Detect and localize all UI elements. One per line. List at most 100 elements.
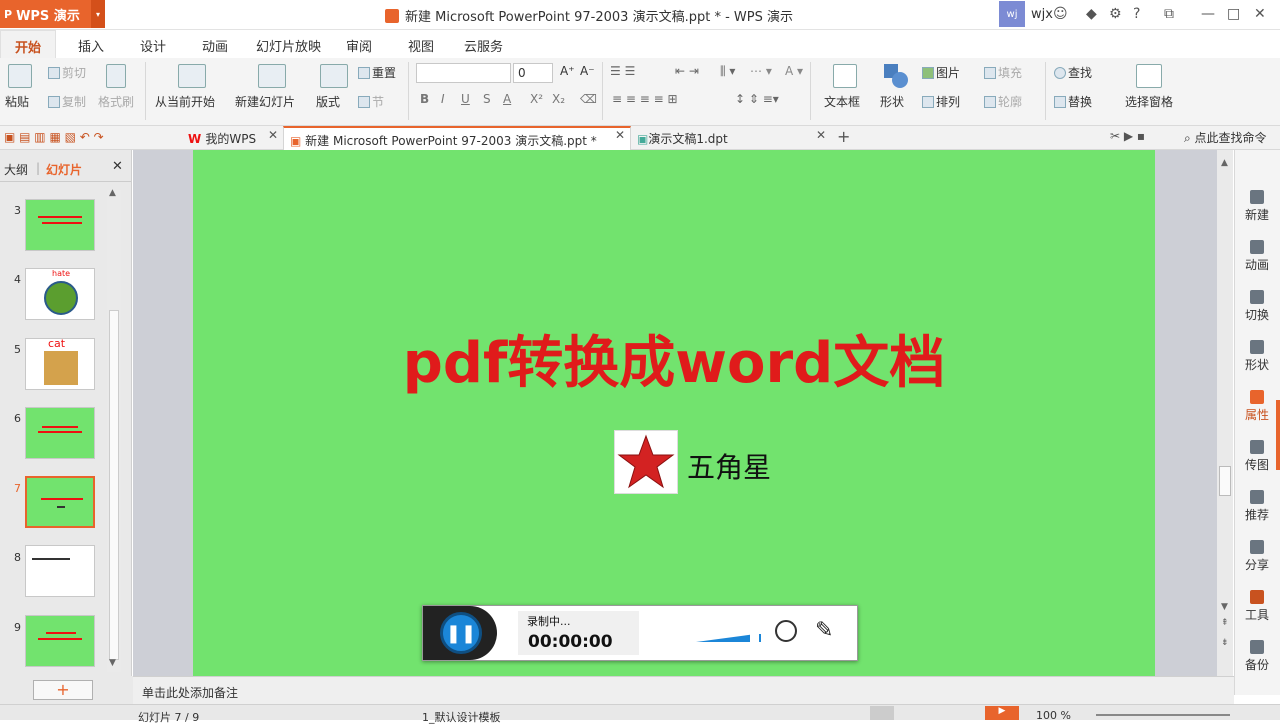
tab-slides[interactable]: 幻灯片 bbox=[46, 161, 82, 178]
align-icons[interactable]: ≡ ≡ ≡ ≡ ⊞ bbox=[612, 92, 678, 106]
help-icon[interactable]: ? bbox=[1133, 6, 1140, 22]
maximize-icon[interactable]: □ bbox=[1227, 6, 1240, 22]
play-slideshow-icon[interactable]: ▶ bbox=[985, 706, 1019, 720]
tab-design[interactable]: 设计 bbox=[140, 36, 166, 55]
app-menu-button[interactable]: P WPS 演示 ▾ bbox=[0, 0, 105, 28]
webcam-icon[interactable] bbox=[775, 620, 797, 642]
tab-tools-icons[interactable]: ✂ ▶ ▪ bbox=[1110, 129, 1145, 143]
find-button[interactable]: 查找 bbox=[1054, 64, 1092, 81]
font-size-select[interactable]: 0 bbox=[513, 63, 553, 83]
shrink-font-button[interactable]: A⁻ bbox=[580, 64, 595, 78]
bold-button[interactable]: B bbox=[420, 92, 429, 106]
restore-ribbon-icon[interactable]: ⧉ bbox=[1164, 6, 1174, 22]
panel-scrollbar[interactable]: ▲ ▼ bbox=[107, 188, 121, 672]
main-scrollbar[interactable]: ▲ ▼ ⇞ ⇟ bbox=[1217, 150, 1233, 676]
pane-properties[interactable]: 属性 bbox=[1234, 390, 1280, 423]
volume-slider[interactable] bbox=[696, 633, 762, 643]
tab-home[interactable]: 开始 bbox=[0, 30, 57, 58]
star-label[interactable]: 五角星 bbox=[687, 446, 771, 486]
skin-icon[interactable]: ☺ bbox=[1053, 6, 1068, 22]
columns-icon[interactable]: ⋯ ▾ bbox=[750, 64, 772, 78]
arrange-button[interactable]: 排列 bbox=[922, 93, 960, 110]
pane-tools[interactable]: 工具 bbox=[1234, 590, 1280, 623]
slide-thumbnail-selected[interactable] bbox=[25, 476, 95, 528]
picture-button[interactable]: 图片 bbox=[922, 64, 960, 81]
shape-button[interactable]: 形状 bbox=[880, 93, 904, 110]
quick-access-toolbar[interactable]: ▣ ▤ ▥ ▦ ▧ ↶ ↷ bbox=[4, 130, 104, 144]
close-panel-icon[interactable]: ✕ bbox=[112, 159, 123, 174]
pane-recommend[interactable]: 推荐 bbox=[1234, 490, 1280, 523]
pen-icon[interactable]: ✎ bbox=[815, 618, 833, 643]
close-icon[interactable]: ✕ bbox=[1254, 6, 1266, 22]
command-search[interactable]: ⌕ 点此查找命令 bbox=[1184, 129, 1267, 146]
line-spacing-icon[interactable]: ↕ ⇕ ≡▾ bbox=[735, 92, 779, 106]
copy-button[interactable]: 复制 bbox=[48, 93, 86, 110]
font-color-button[interactable]: A bbox=[503, 92, 511, 106]
tab-active-document[interactable]: ▣ 新建 Microsoft PowerPoint 97-2003 演示文稿.p… bbox=[283, 126, 631, 150]
slide-thumbnail[interactable] bbox=[25, 199, 95, 251]
pane-shape[interactable]: 形状 bbox=[1234, 340, 1280, 373]
tab-my-wps[interactable]: W 我的WPS bbox=[186, 126, 256, 150]
grow-font-button[interactable]: A⁺ bbox=[560, 64, 575, 78]
indent-icon[interactable]: ⇤ ⇥ bbox=[675, 64, 699, 78]
superscript-button[interactable]: X² bbox=[530, 92, 543, 106]
prev-slide-icon[interactable]: ⇞ bbox=[1221, 618, 1229, 628]
normal-view-icon[interactable] bbox=[870, 706, 894, 720]
format-painter-button[interactable]: 格式刷 bbox=[98, 93, 134, 110]
strike-button[interactable]: S bbox=[483, 92, 491, 106]
italic-button[interactable]: I bbox=[441, 92, 445, 106]
fill-button[interactable]: 填充 bbox=[984, 64, 1022, 81]
font-name-select[interactable] bbox=[416, 63, 511, 83]
textbox-button[interactable]: 文本框 bbox=[824, 93, 860, 110]
paste-button[interactable]: 粘贴 bbox=[5, 93, 29, 110]
pane-new[interactable]: 新建 bbox=[1234, 190, 1280, 223]
tab-slideshow[interactable]: 幻灯片放映 bbox=[256, 36, 321, 55]
clear-format-icon[interactable]: ⌫ bbox=[580, 92, 597, 106]
scrollbar-thumb[interactable] bbox=[109, 310, 119, 660]
tab-dpt-document[interactable]: ▣演示文稿1.dpt bbox=[637, 126, 728, 150]
section-button[interactable]: 节 bbox=[358, 93, 384, 110]
chevron-down-icon[interactable]: ▾ bbox=[91, 0, 105, 28]
pane-transition[interactable]: 切换 bbox=[1234, 290, 1280, 323]
cut-button[interactable]: 剪切 bbox=[48, 64, 86, 81]
selection-pane-button[interactable]: 选择窗格 bbox=[1125, 93, 1173, 110]
minimize-icon[interactable]: — bbox=[1201, 6, 1215, 22]
tab-insert[interactable]: 插入 bbox=[78, 36, 104, 55]
new-slide-button[interactable]: 新建幻灯片 bbox=[235, 93, 295, 110]
slide-thumbnail[interactable] bbox=[25, 615, 95, 667]
text-direction-icon[interactable]: ⫼ ▾ bbox=[720, 64, 735, 79]
tab-view[interactable]: 视图 bbox=[408, 36, 434, 55]
slide-thumbnail[interactable]: cat bbox=[25, 338, 95, 390]
subscript-button[interactable]: X₂ bbox=[552, 92, 565, 106]
tab-review[interactable]: 审阅 bbox=[346, 36, 372, 55]
tab-animation[interactable]: 动画 bbox=[202, 36, 228, 55]
close-tab-icon[interactable]: ✕ bbox=[816, 128, 826, 142]
from-current-button[interactable]: 从当前开始 bbox=[155, 93, 215, 110]
slide-thumbnail[interactable]: hate bbox=[25, 268, 95, 320]
pane-animation[interactable]: 动画 bbox=[1234, 240, 1280, 273]
add-slide-button[interactable]: + bbox=[33, 680, 93, 700]
notes-area[interactable]: 单击此处添加备注 bbox=[133, 676, 1234, 704]
tab-cloud[interactable]: 云服务 bbox=[464, 36, 503, 55]
tab-outline[interactable]: 大纲 bbox=[4, 161, 28, 178]
avatar[interactable]: wj bbox=[999, 1, 1025, 27]
next-slide-icon[interactable]: ⇟ bbox=[1221, 638, 1229, 648]
slide-title[interactable]: pdf转换成word文档 bbox=[193, 318, 1155, 399]
close-tab-icon[interactable]: ✕ bbox=[615, 128, 625, 142]
settings-icon[interactable]: ⚙ bbox=[1109, 6, 1122, 22]
reset-button[interactable]: 重置 bbox=[358, 64, 396, 81]
feedback-icon[interactable]: ◆ bbox=[1086, 6, 1097, 22]
slide[interactable] bbox=[193, 150, 1155, 676]
close-tab-icon[interactable]: ✕ bbox=[268, 128, 278, 142]
new-tab-icon[interactable]: + bbox=[837, 127, 850, 146]
pane-upload-image[interactable]: 传图 bbox=[1234, 440, 1280, 473]
text-case-icon[interactable]: A ▾ bbox=[785, 64, 803, 78]
star-image[interactable] bbox=[614, 430, 678, 494]
slide-thumbnail[interactable] bbox=[25, 407, 95, 459]
underline-button[interactable]: U bbox=[461, 92, 470, 106]
pane-share[interactable]: 分享 bbox=[1234, 540, 1280, 573]
outline-button[interactable]: 轮廓 bbox=[984, 93, 1022, 110]
zoom-slider[interactable] bbox=[1096, 714, 1230, 716]
pane-backup[interactable]: 备份 bbox=[1234, 640, 1280, 673]
paste-icon[interactable] bbox=[8, 64, 32, 88]
